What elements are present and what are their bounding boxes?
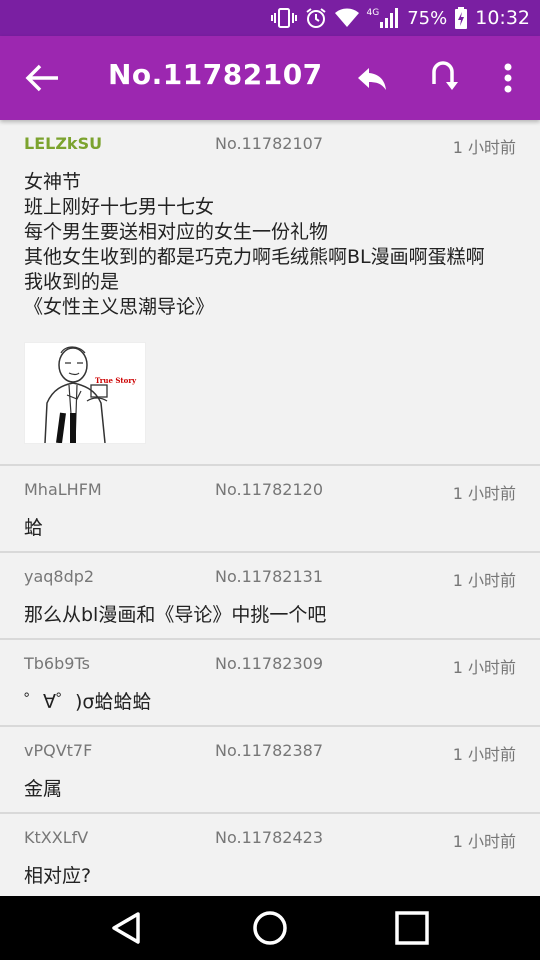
wifi-icon xyxy=(334,8,359,27)
post-time: 1 小时前 xyxy=(452,571,516,590)
post-time: 1 小时前 xyxy=(452,658,516,677)
thread-op-post[interactable]: LELZkSU No.11782107 1 小时前 女神节 班上刚好十七男十七女… xyxy=(0,120,540,466)
meme-caption: True Story xyxy=(95,376,137,385)
post-time: 1 小时前 xyxy=(452,484,516,503)
circle-home-icon[interactable] xyxy=(250,908,290,948)
signal-icon xyxy=(380,8,399,28)
post-content: 蛤 xyxy=(24,517,44,539)
post-content: 那么从bl漫画和《导论》中挑一个吧 xyxy=(24,604,327,626)
reply-icon[interactable] xyxy=(356,62,388,94)
navigation-bar xyxy=(0,896,540,960)
reply-post[interactable]: Tb6b9Ts No.11782309 1 小时前 ゜∀゜)σ蛤蛤蛤 xyxy=(0,640,540,727)
post-meta: yaq8dp2 No.11782131 1 小时前 xyxy=(24,553,516,601)
post-uid[interactable]: Tb6b9Ts xyxy=(24,654,90,673)
reply-post[interactable]: MhaLHFM No.11782120 1 小时前 蛤 xyxy=(0,466,540,553)
post-number[interactable]: No.11782309 xyxy=(215,654,323,673)
post-number[interactable]: No.11782423 xyxy=(215,828,323,847)
post-uid[interactable]: LELZkSU xyxy=(24,134,102,153)
post-meta: KtXXLfV No.11782423 1 小时前 xyxy=(24,814,516,862)
post-meta: LELZkSU No.11782107 1 小时前 xyxy=(24,120,516,168)
triangle-back-icon[interactable] xyxy=(108,908,148,948)
status-icons: 4G 75% 10:32 xyxy=(270,0,530,36)
battery-charging-icon xyxy=(455,7,468,29)
battery-percent: 75% xyxy=(407,7,448,29)
post-image[interactable]: True Story xyxy=(24,342,146,444)
app-bar: No.11782107 xyxy=(0,36,540,120)
post-meta: Tb6b9Ts No.11782309 1 小时前 xyxy=(24,640,516,688)
post-number[interactable]: No.11782107 xyxy=(215,134,323,153)
clock: 10:32 xyxy=(475,7,530,29)
post-uid[interactable]: KtXXLfV xyxy=(24,828,88,847)
post-content: 相对应? xyxy=(24,865,92,887)
post-number[interactable]: No.11782131 xyxy=(215,567,323,586)
post-time: 1 小时前 xyxy=(452,832,516,851)
arrow-left-icon[interactable] xyxy=(24,62,60,94)
post-uid[interactable]: vPQVt7F xyxy=(24,741,92,760)
post-content: ゜∀゜)σ蛤蛤蛤 xyxy=(24,691,152,713)
post-content: 金属 xyxy=(24,778,63,800)
alarm-icon xyxy=(305,8,326,28)
network-label: 4G xyxy=(366,8,380,18)
more-vert-icon[interactable] xyxy=(496,60,520,96)
post-uid[interactable]: yaq8dp2 xyxy=(24,567,94,586)
status-bar: 4G 75% 10:32 xyxy=(0,0,540,36)
post-number[interactable]: No.11782387 xyxy=(215,741,323,760)
thread-list[interactable]: LELZkSU No.11782107 1 小时前 女神节 班上刚好十七男十七女… xyxy=(0,120,540,896)
reply-post[interactable]: KtXXLfV No.11782423 1 小时前 相对应? xyxy=(0,814,540,896)
post-meta: vPQVt7F No.11782387 1 小时前 xyxy=(24,727,516,775)
reply-post[interactable]: vPQVt7F No.11782387 1 小时前 金属 xyxy=(0,727,540,814)
post-number[interactable]: No.11782120 xyxy=(215,480,323,499)
square-recent-icon[interactable] xyxy=(392,908,432,948)
post-time: 1 小时前 xyxy=(452,745,516,764)
post-meta: MhaLHFM No.11782120 1 小时前 xyxy=(24,466,516,514)
vibrate-icon xyxy=(270,8,297,28)
page-title: No.11782107 xyxy=(108,58,323,91)
meme-image xyxy=(25,343,145,443)
post-content: 女神节 班上刚好十七男十七女 每个男生要送相对应的女生一份礼物 其他女生收到的都… xyxy=(24,171,485,318)
reply-post[interactable]: yaq8dp2 No.11782131 1 小时前 那么从bl漫画和《导论》中挑… xyxy=(0,553,540,640)
jump-icon[interactable] xyxy=(428,60,460,96)
post-time: 1 小时前 xyxy=(452,138,516,157)
post-uid[interactable]: MhaLHFM xyxy=(24,480,102,499)
